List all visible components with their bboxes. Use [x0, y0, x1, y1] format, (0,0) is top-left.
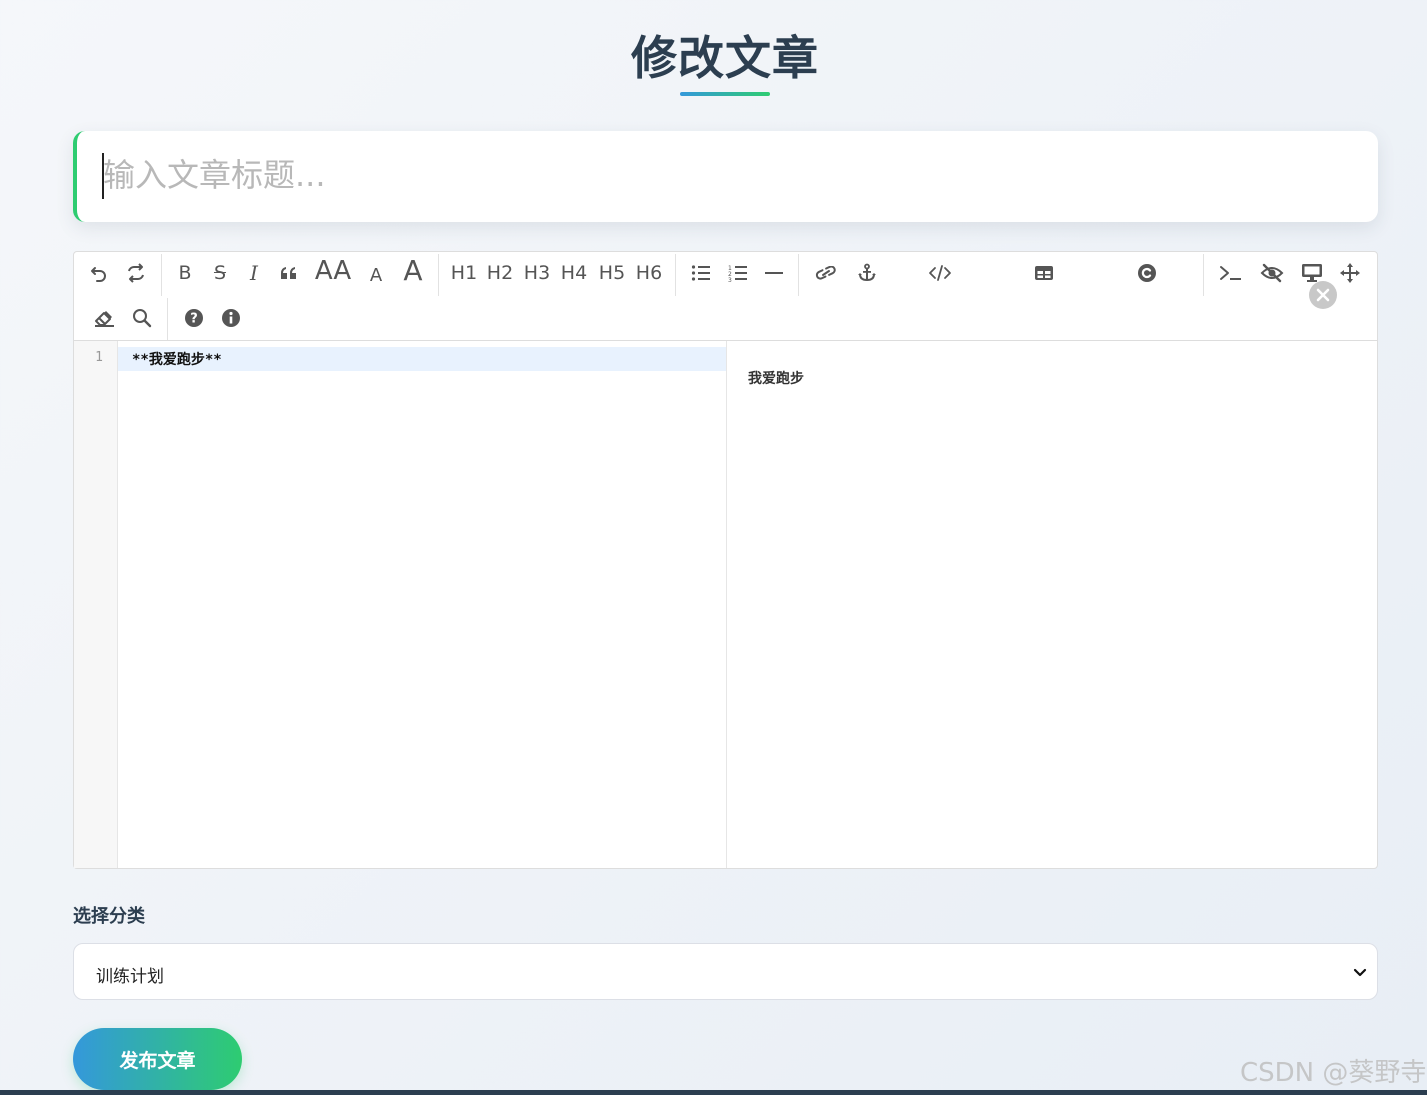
page-title: 修改文章	[631, 31, 819, 85]
h3-icon[interactable]: H3	[522, 257, 552, 289]
quote-icon[interactable]	[276, 257, 302, 289]
h5-icon[interactable]: H5	[597, 257, 627, 289]
toolbar-separator	[167, 298, 168, 340]
bottom-bar	[0, 1090, 1427, 1095]
h6-icon[interactable]: H6	[634, 257, 664, 289]
text-caret	[102, 153, 104, 199]
lowercase-icon[interactable]: A	[363, 259, 389, 291]
markdown-input-area[interactable]: **我爱跑步**	[118, 341, 727, 868]
h4-icon[interactable]: H4	[559, 257, 589, 289]
anchor-icon[interactable]	[854, 257, 880, 289]
code-icon[interactable]	[926, 257, 954, 289]
title-underline	[680, 92, 770, 96]
toolbar-separator	[798, 254, 799, 296]
watermark: CSDN @葵野寺	[1240, 1058, 1427, 1088]
terminal-icon[interactable]	[1217, 257, 1245, 289]
italic-icon[interactable]: I	[241, 257, 267, 289]
bold-icon[interactable]: B	[172, 257, 198, 289]
hide-preview-icon[interactable]	[1258, 257, 1286, 289]
svg-text:3: 3	[728, 277, 732, 282]
toolbar-separator	[675, 254, 676, 296]
category-label: 选择分类	[73, 906, 145, 927]
info-icon[interactable]	[218, 302, 244, 334]
editor-toolbar: B S I AA A A H1 H2 H3 H4 H5 H6 123 ?	[74, 252, 1377, 341]
help-icon[interactable]: ?	[181, 302, 207, 334]
preview-bold-text: 我爱跑步	[748, 371, 804, 387]
line-number-gutter: 1	[74, 341, 118, 868]
svg-text:?: ?	[190, 312, 198, 327]
h2-icon[interactable]: H2	[485, 257, 515, 289]
category-select[interactable]: 训练计划	[73, 943, 1378, 1000]
toolbar-separator	[438, 254, 439, 296]
publish-button[interactable]: 发布文章	[73, 1028, 242, 1090]
eraser-icon[interactable]	[91, 302, 117, 334]
redo-icon[interactable]	[123, 257, 149, 289]
uppercase-icon[interactable]: AA	[312, 255, 354, 287]
markdown-preview: 我爱跑步	[727, 341, 1377, 868]
toolbar-separator	[1203, 254, 1204, 296]
strikethrough-icon[interactable]: S	[207, 257, 233, 289]
chevron-down-icon	[1353, 964, 1367, 983]
fullscreen-move-icon[interactable]	[1337, 257, 1363, 289]
table-icon[interactable]	[1031, 257, 1057, 289]
title-input-container[interactable]	[73, 131, 1378, 222]
copyright-icon[interactable]	[1134, 257, 1160, 289]
h1-icon[interactable]: H1	[449, 257, 479, 289]
unordered-list-icon[interactable]	[688, 257, 714, 289]
link-icon[interactable]	[813, 257, 839, 289]
search-icon[interactable]	[129, 302, 155, 334]
line-number: 1	[95, 350, 103, 365]
article-title-input[interactable]	[99, 149, 1363, 201]
undo-icon[interactable]	[86, 257, 112, 289]
category-selected-value: 训练计划	[96, 967, 164, 987]
close-icon[interactable]	[1309, 281, 1337, 309]
code-line[interactable]: **我爱跑步**	[132, 349, 222, 369]
toolbar-separator	[161, 254, 162, 296]
ordered-list-icon[interactable]: 123	[725, 257, 751, 289]
horizontal-rule-icon[interactable]	[761, 257, 787, 289]
font-size-icon[interactable]: A	[399, 254, 427, 287]
markdown-editor: B S I AA A A H1 H2 H3 H4 H5 H6 123 ? 1 *…	[73, 251, 1378, 869]
